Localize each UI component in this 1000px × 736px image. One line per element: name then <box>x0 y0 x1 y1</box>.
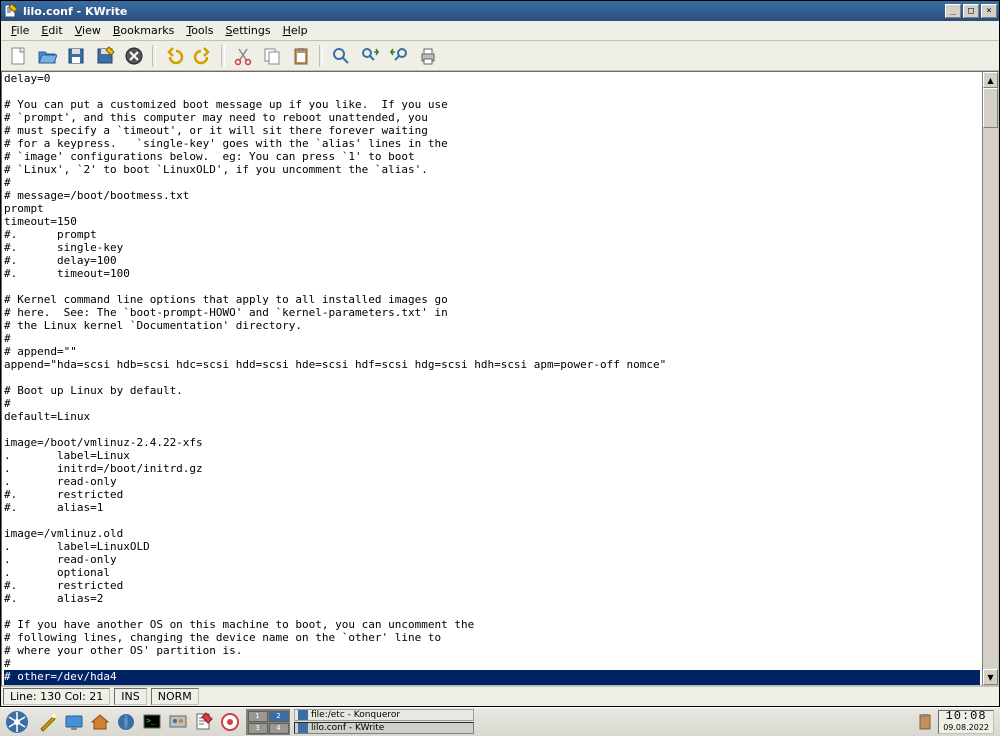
task-button[interactable]: file:/etc - Konqueror <box>294 709 474 721</box>
close-icon[interactable] <box>121 43 147 69</box>
terminal-icon[interactable]: >_ <box>140 710 164 734</box>
toolbar-separator <box>319 45 323 67</box>
konqueror-icon[interactable] <box>114 710 138 734</box>
kmenu-button[interactable] <box>2 709 32 735</box>
paste-icon[interactable] <box>288 43 314 69</box>
window-controls: _ □ × <box>943 4 997 18</box>
kicker-panel: >_ 1234 file:/etc - Konqueror lilo.conf -… <box>0 707 1000 736</box>
kwrite-window: lilo.conf - KWrite _ □ × File Edit View … <box>0 0 1000 707</box>
undo-icon[interactable] <box>161 43 187 69</box>
folder-icon <box>298 710 308 720</box>
task-list: file:/etc - Konqueror lilo.conf - KWrite <box>292 708 910 736</box>
kwrite-icon <box>3 3 19 19</box>
menu-help[interactable]: Help <box>277 22 314 39</box>
save-icon[interactable] <box>63 43 89 69</box>
editor-area: delay=0 # You can put a customized boot … <box>1 71 999 686</box>
menu-edit[interactable]: Edit <box>35 22 68 39</box>
toolbar-separator <box>221 45 225 67</box>
menubar: File Edit View Bookmarks Tools Settings … <box>1 21 999 41</box>
desktop-icon[interactable] <box>62 710 86 734</box>
saveas-icon[interactable] <box>92 43 118 69</box>
status-insert-mode: INS <box>114 688 146 705</box>
menu-view[interactable]: View <box>69 22 107 39</box>
cut-icon[interactable] <box>230 43 256 69</box>
menu-file[interactable]: File <box>5 22 35 39</box>
status-position: Line: 130 Col: 21 <box>3 688 110 705</box>
kwrite-icon <box>298 723 308 733</box>
wizard-icon[interactable] <box>36 710 60 734</box>
statusbar: Line: 130 Col: 21 INS NORM <box>1 686 999 706</box>
home-icon[interactable] <box>88 710 112 734</box>
svg-text:>_: >_ <box>146 716 156 725</box>
kate-icon[interactable] <box>192 710 216 734</box>
desktop-pager[interactable]: 1234 <box>246 709 290 735</box>
window-title: lilo.conf - KWrite <box>23 5 943 18</box>
system-tray: 10:08 09.08.2022 <box>912 710 998 734</box>
redo-icon[interactable] <box>190 43 216 69</box>
new-icon[interactable] <box>5 43 31 69</box>
clock-date: 09.08.2022 <box>943 722 989 733</box>
find-icon[interactable] <box>328 43 354 69</box>
menu-tools[interactable]: Tools <box>180 22 219 39</box>
scroll-down-icon[interactable]: ▼ <box>983 669 998 685</box>
pager-desktop-3[interactable]: 3 <box>248 723 268 734</box>
clock-time: 10:08 <box>943 711 989 722</box>
task-label: lilo.conf - KWrite <box>311 723 384 733</box>
pager-desktop-2[interactable]: 2 <box>269 711 289 722</box>
copy-icon[interactable] <box>259 43 285 69</box>
scroll-thumb[interactable] <box>983 88 998 128</box>
print-icon[interactable] <box>415 43 441 69</box>
klipper-icon[interactable] <box>916 713 934 731</box>
quick-launch: >_ <box>34 710 244 734</box>
clock[interactable]: 10:08 09.08.2022 <box>938 710 994 734</box>
task-label: file:/etc - Konqueror <box>311 710 400 720</box>
findnext-icon[interactable] <box>357 43 383 69</box>
text-editor[interactable]: delay=0 # You can put a customized boot … <box>2 72 982 685</box>
open-icon[interactable] <box>34 43 60 69</box>
menu-bookmarks[interactable]: Bookmarks <box>107 22 180 39</box>
findprev-icon[interactable] <box>386 43 412 69</box>
minimize-button[interactable]: _ <box>945 4 961 18</box>
menu-settings[interactable]: Settings <box>219 22 276 39</box>
scroll-up-icon[interactable]: ▲ <box>983 72 998 88</box>
kcontrol-icon[interactable] <box>166 710 190 734</box>
status-vim-mode: NORM <box>151 688 199 705</box>
task-button[interactable]: lilo.conf - KWrite <box>294 722 474 734</box>
toolbar <box>1 41 999 71</box>
close-button[interactable]: × <box>981 4 997 18</box>
maximize-button[interactable]: □ <box>963 4 979 18</box>
toolbar-separator <box>152 45 156 67</box>
vertical-scrollbar[interactable]: ▲ ▼ <box>982 72 998 685</box>
pager-desktop-4[interactable]: 4 <box>269 723 289 734</box>
help-icon[interactable] <box>218 710 242 734</box>
titlebar[interactable]: lilo.conf - KWrite _ □ × <box>1 1 999 21</box>
pager-desktop-1[interactable]: 1 <box>248 711 268 722</box>
